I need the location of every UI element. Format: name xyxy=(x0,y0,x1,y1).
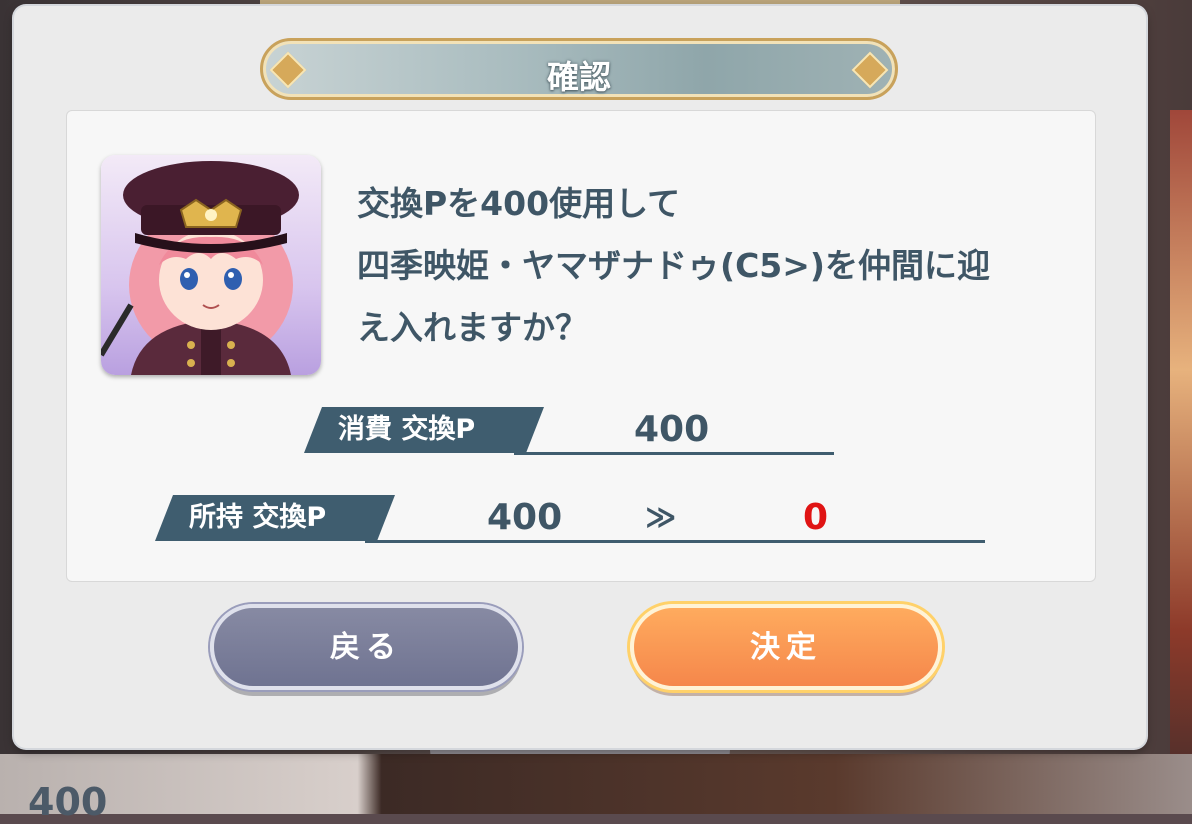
confirm-button[interactable]: 決定 xyxy=(630,604,942,690)
character-portrait-image xyxy=(101,161,299,375)
dialog-title: 確認 xyxy=(546,58,611,96)
owned-before-value: 400 xyxy=(487,497,563,538)
message-line: 交換Pを400使用して xyxy=(357,184,681,223)
message-line: 四季映姫・ヤマザナドゥ(C5>)を仲間に迎 xyxy=(357,246,990,285)
cost-row: 消費 交換P 400 xyxy=(304,407,834,455)
owned-row: 所持 交換P 400 ≫ 0 xyxy=(155,495,985,543)
cost-label: 消費 交換P xyxy=(304,407,544,453)
message-line: え入れますか？ xyxy=(357,308,588,347)
background-side-banner xyxy=(1170,110,1192,760)
confirm-dialog: 確認 交換Pを400使用して 四季映姫・ヤマザナドゥ(C5>)を仲間に迎 え入れ… xyxy=(14,6,1146,748)
back-button[interactable]: 戻る xyxy=(210,604,522,690)
dialog-title-bar: 確認 xyxy=(260,38,898,100)
cost-value: 400 xyxy=(634,409,710,450)
background-footer xyxy=(0,754,1192,814)
confirm-message: 交換Pを400使用して 四季映姫・ヤマザナドゥ(C5>)を仲間に迎 え入れますか… xyxy=(357,173,1077,359)
owned-label: 所持 交換P xyxy=(155,495,395,541)
dialog-content-panel: 交換Pを400使用して 四季映姫・ヤマザナドゥ(C5>)を仲間に迎 え入れますか… xyxy=(66,110,1096,582)
background-number: 400 xyxy=(28,780,108,824)
double-arrow-icon: ≫ xyxy=(645,500,677,535)
character-portrait xyxy=(101,155,321,375)
owned-after-value: 0 xyxy=(803,497,829,538)
